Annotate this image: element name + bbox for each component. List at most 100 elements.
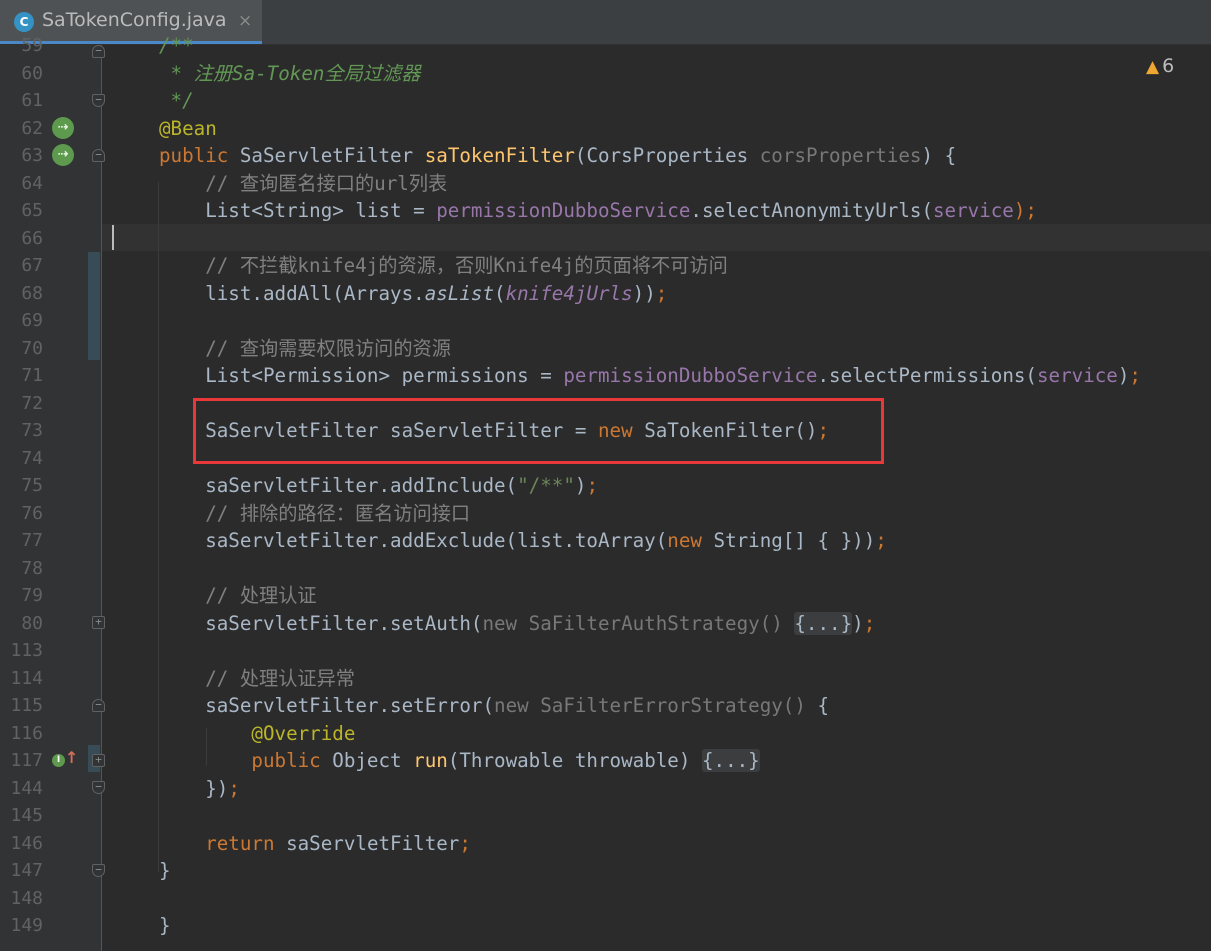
code-token: asList (424, 281, 495, 305)
line-number: 78 (21, 557, 43, 579)
code-token: permissionDubboService (436, 199, 691, 222)
fold-collapse-icon[interactable]: − (92, 45, 105, 58)
code-token: ) (574, 474, 587, 497)
code-line[interactable]: List<String> list = permissionDubboServi… (159, 197, 1037, 224)
code-token: saServletFilter.addExclude(list.toArray( (159, 529, 668, 552)
fold-expand-icon[interactable]: + (92, 754, 105, 767)
spring-bean-navigate-icon[interactable]: ⇢ (52, 144, 74, 166)
line-number: 145 (10, 805, 43, 826)
code-line[interactable]: // 处理认证 (159, 582, 317, 609)
code-line[interactable]: // 查询需要权限访问的资源 (159, 335, 451, 362)
code-token: ( (494, 281, 506, 305)
line-number: 67 (21, 255, 43, 276)
code-token: ; (459, 831, 471, 855)
code-token: String[] { })) (713, 529, 876, 552)
code-line[interactable]: @Bean (159, 115, 217, 142)
up-arrow-icon[interactable]: ↑ (65, 750, 78, 766)
highlight-annotation-box (193, 398, 884, 464)
line-number: 80 (21, 612, 43, 634)
code-line[interactable]: saServletFilter.addExclude(list.toArray(… (159, 527, 887, 554)
code-line[interactable]: public Object run(Throwable throwable) {… (159, 747, 760, 774)
implements-method-icon[interactable]: I (52, 754, 65, 767)
code-line[interactable]: return saServletFilter; (159, 830, 471, 857)
code-token: // 处理认证 (159, 584, 317, 607)
code-line[interactable]: */ (159, 87, 194, 114)
code-token: ) { (921, 144, 957, 167)
line-number: 68 (21, 282, 43, 304)
code-line[interactable]: // 处理认证异常 (159, 665, 355, 692)
vcs-change-marker[interactable] (88, 252, 100, 360)
fold-end-icon[interactable]: − (92, 864, 105, 877)
line-number: 77 (21, 530, 43, 551)
code-line[interactable]: // 查询匿名接口的url列表 (159, 170, 447, 197)
code-line[interactable]: saServletFilter.setError(new SaFilterErr… (159, 692, 829, 719)
code-line[interactable]: // 不拦截knife4j的资源，否则Knife4j的页面将不可访问 (159, 252, 728, 279)
code-token: corsProperties (759, 144, 922, 167)
fold-end-icon[interactable]: − (92, 94, 105, 107)
code-token: ) (1117, 364, 1130, 387)
line-number: 76 (21, 502, 43, 524)
code-token: ; (863, 611, 876, 635)
line-number: 146 (10, 832, 43, 854)
line-number: 114 (10, 667, 43, 689)
code-token: new (667, 529, 714, 552)
warning-triangle-icon: ▲ (1146, 57, 1160, 77)
code-token: saServletFilter.setAuth( (159, 611, 483, 635)
line-number: 75 (21, 475, 43, 496)
code-token: saServletFilter.setError( (159, 694, 495, 717)
code-line[interactable]: } (159, 857, 171, 884)
fold-collapse-icon[interactable]: − (92, 149, 105, 162)
code-token: permissionDubboService (563, 364, 818, 387)
code-line[interactable]: list.addAll(Arrays.asList(knife4jUrls)); (159, 280, 667, 307)
code-line[interactable]: List<Permission> permissions = permissio… (159, 362, 1141, 389)
code-token: new SaFilterErrorStrategy() (494, 694, 818, 717)
line-number: 66 (21, 227, 43, 249)
code-token: ; (655, 281, 668, 305)
close-icon[interactable]: × (238, 11, 252, 31)
warning-count: 6 (1162, 55, 1175, 77)
code-line[interactable]: * 注册Sa-Token全局过滤器 (159, 60, 421, 87)
code-token: saTokenFilter (424, 144, 575, 167)
line-number: 147 (10, 860, 43, 881)
code-token: /** (159, 34, 194, 57)
code-line[interactable]: // 排除的路径：匿名访问接口 (159, 500, 470, 527)
code-token: ; (1129, 364, 1141, 387)
current-line-highlight (102, 224, 1211, 251)
code-token: .selectAnonymityUrls( (690, 199, 933, 222)
code-token: )) (632, 281, 656, 305)
line-number: 71 (21, 365, 43, 386)
code-token: List<String> list = (159, 199, 437, 222)
code-line[interactable]: saServletFilter.setAuth(new SaFilterAuth… (159, 610, 875, 637)
code-line[interactable]: }); (159, 775, 240, 802)
fold-end-icon[interactable]: − (92, 781, 105, 794)
code-token: // 不拦截knife4j的资源，否则Knife4j的页面将不可访问 (159, 254, 728, 277)
code-token: return (159, 831, 287, 855)
code-token: (Throwable throwable) (447, 749, 702, 772)
code-token: // 查询匿名接口的url列表 (159, 171, 448, 195)
inspection-widget[interactable]: ▲ 6 (1146, 55, 1174, 77)
code-line[interactable]: /** (159, 32, 194, 59)
tab-title: SaTokenConfig.java (42, 9, 227, 31)
code-token: List<Permission> permissions = (159, 364, 564, 387)
spring-bean-icon[interactable]: ⇢ (52, 117, 74, 139)
code-editor[interactable]: 59 /** 60 * 注册Sa-Token全局过滤器 61 */ 62 @Bean 63 p… (0, 34, 1211, 951)
code-token: { (817, 694, 830, 717)
line-number: 73 (21, 420, 43, 441)
line-number: 60 (21, 62, 43, 84)
fold-expand-icon[interactable]: + (92, 616, 105, 629)
code-line[interactable]: } (159, 912, 171, 939)
line-number: 144 (10, 777, 43, 799)
code-token: saServletFilter.addInclude( (159, 474, 518, 497)
line-number: 117 (10, 750, 43, 771)
code-line[interactable]: @Override (159, 720, 355, 747)
code-token: knife4jUrls (505, 281, 633, 305)
code-token: @Override (159, 721, 356, 745)
fold-collapse-icon[interactable]: − (92, 699, 105, 712)
code-token: {...} (701, 749, 760, 772)
code-token: Object (332, 749, 414, 772)
code-token: // 查询需要权限访问的资源 (159, 336, 451, 360)
java-class-icon: C (14, 12, 34, 32)
line-number: 148 (10, 887, 43, 909)
code-line[interactable]: public SaServletFilter saTokenFilter(Cor… (159, 142, 956, 169)
code-line[interactable]: saServletFilter.addInclude("/**"); (159, 472, 598, 499)
